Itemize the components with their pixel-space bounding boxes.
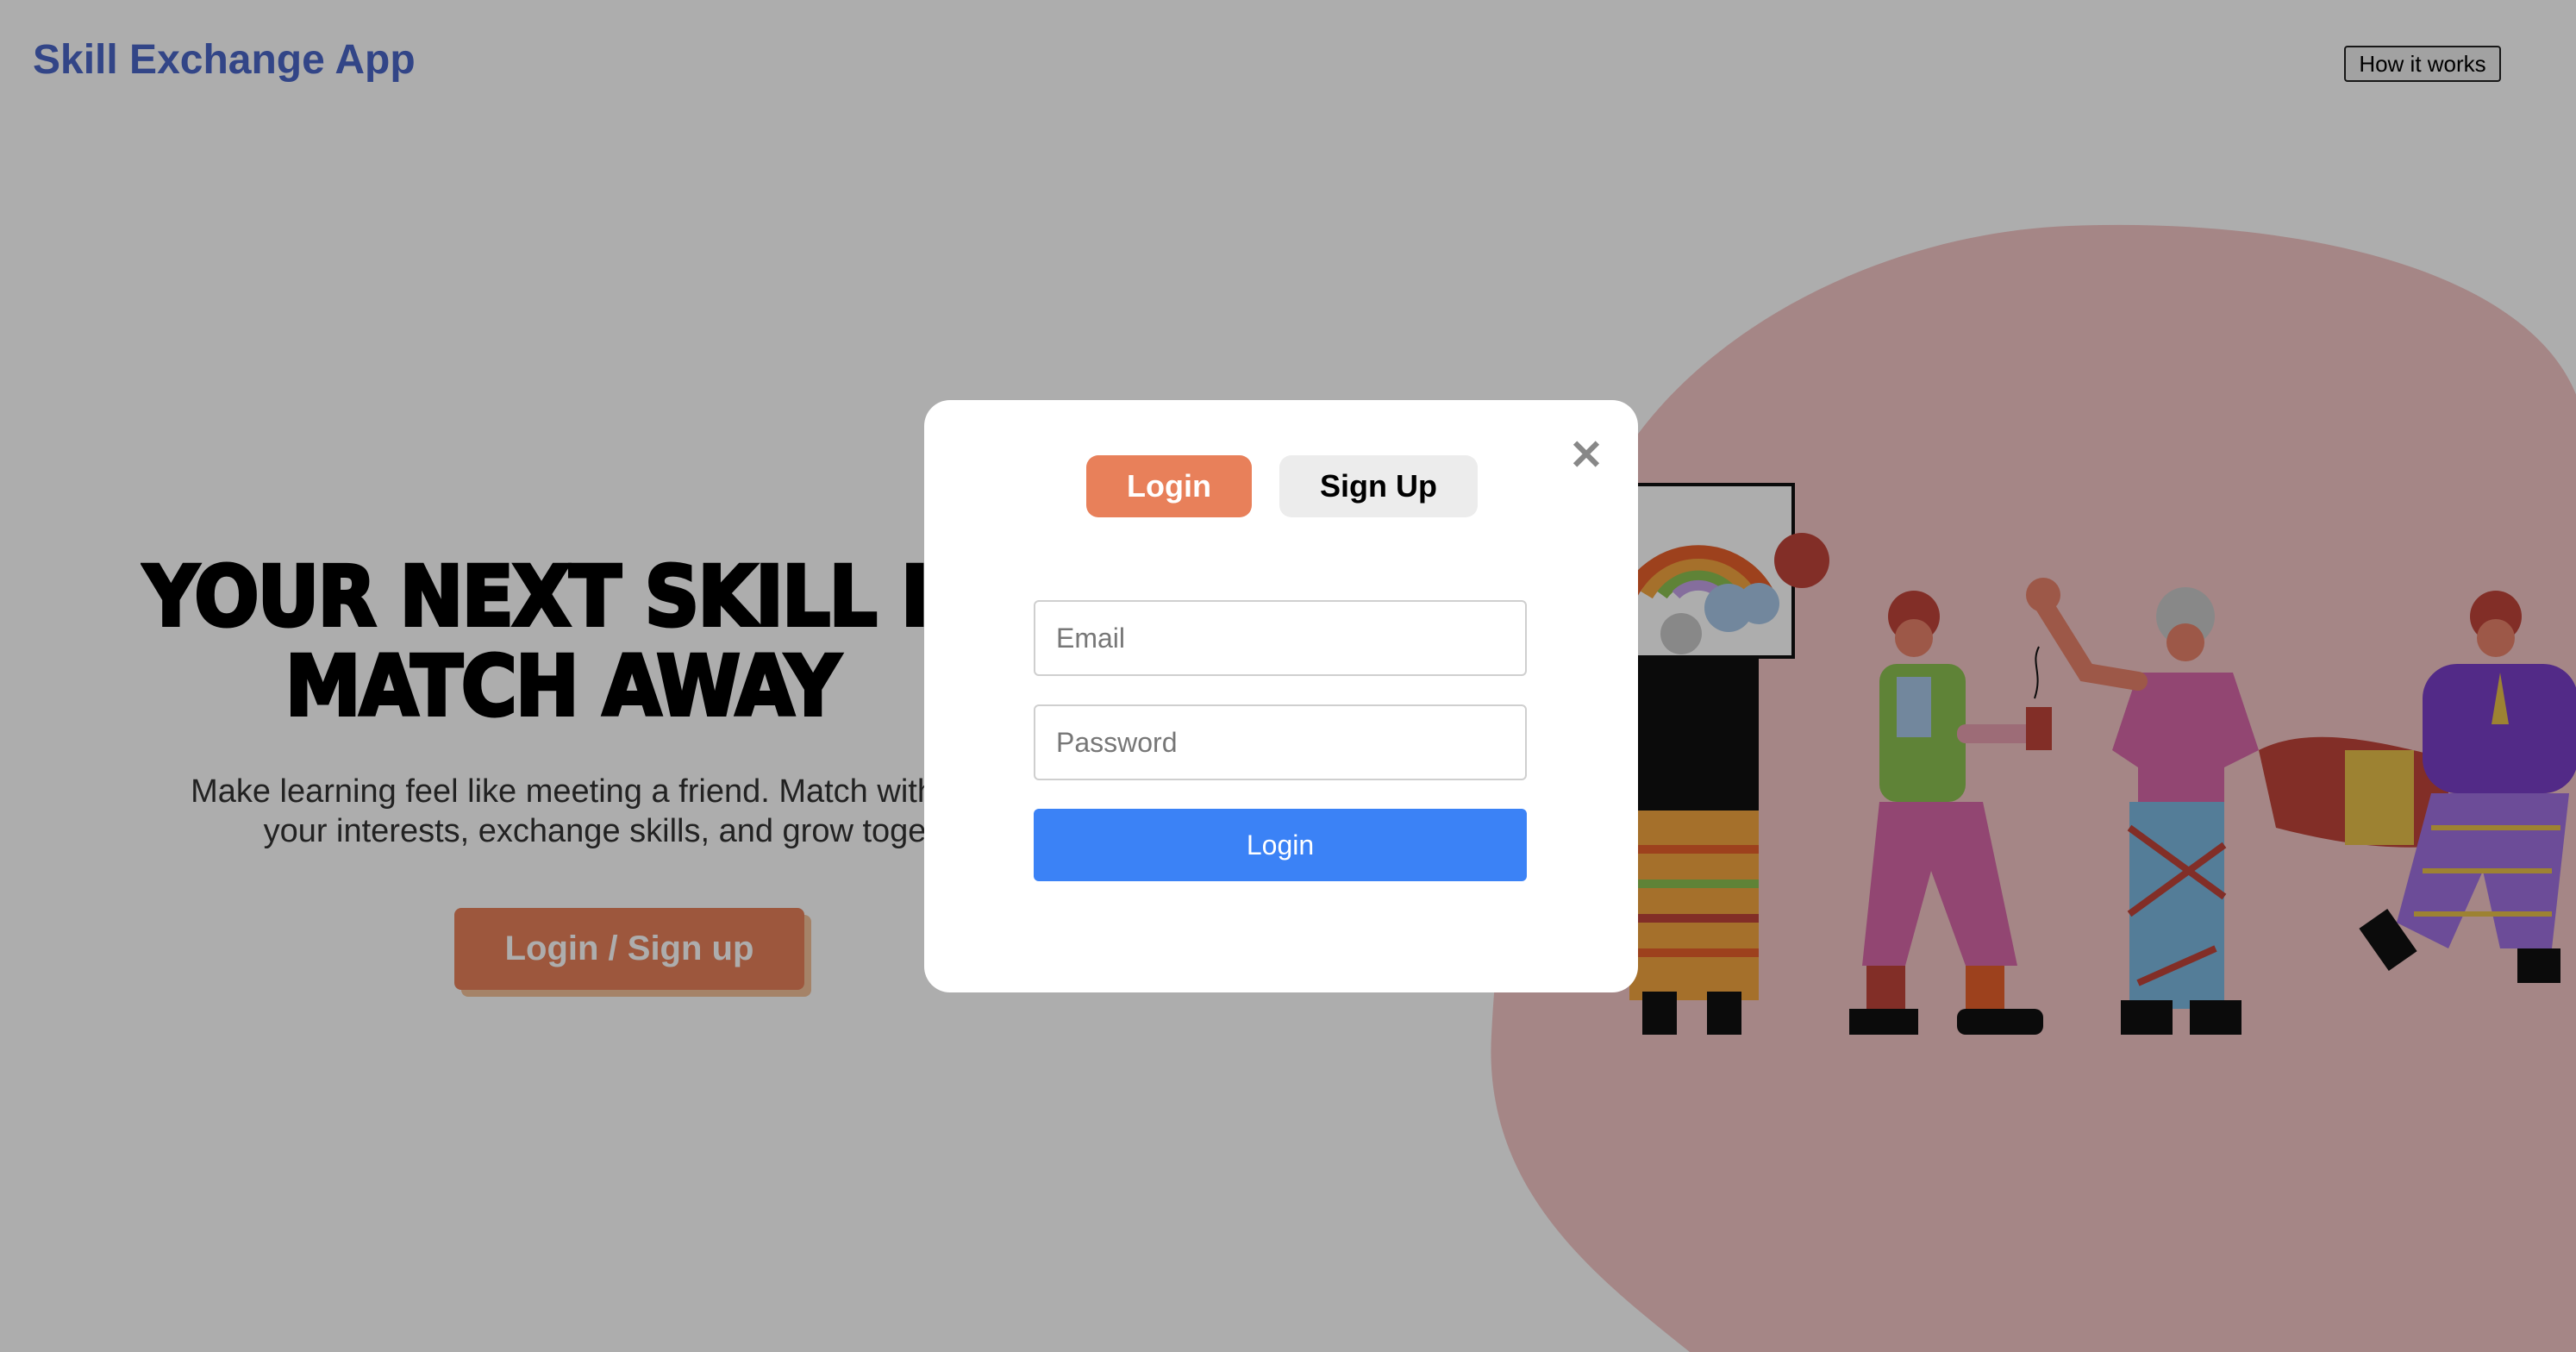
- tab-signup[interactable]: Sign Up: [1279, 455, 1478, 517]
- tab-login[interactable]: Login: [1086, 455, 1252, 517]
- email-field[interactable]: [1034, 600, 1527, 676]
- password-field[interactable]: [1034, 704, 1527, 780]
- landing-page: Skill Exchange App How it works YOUR NEX…: [0, 0, 2576, 1352]
- login-modal: ✕ Login Sign Up Login: [924, 400, 1638, 992]
- close-icon[interactable]: ✕: [1562, 431, 1610, 479]
- login-submit-button[interactable]: Login: [1034, 809, 1527, 881]
